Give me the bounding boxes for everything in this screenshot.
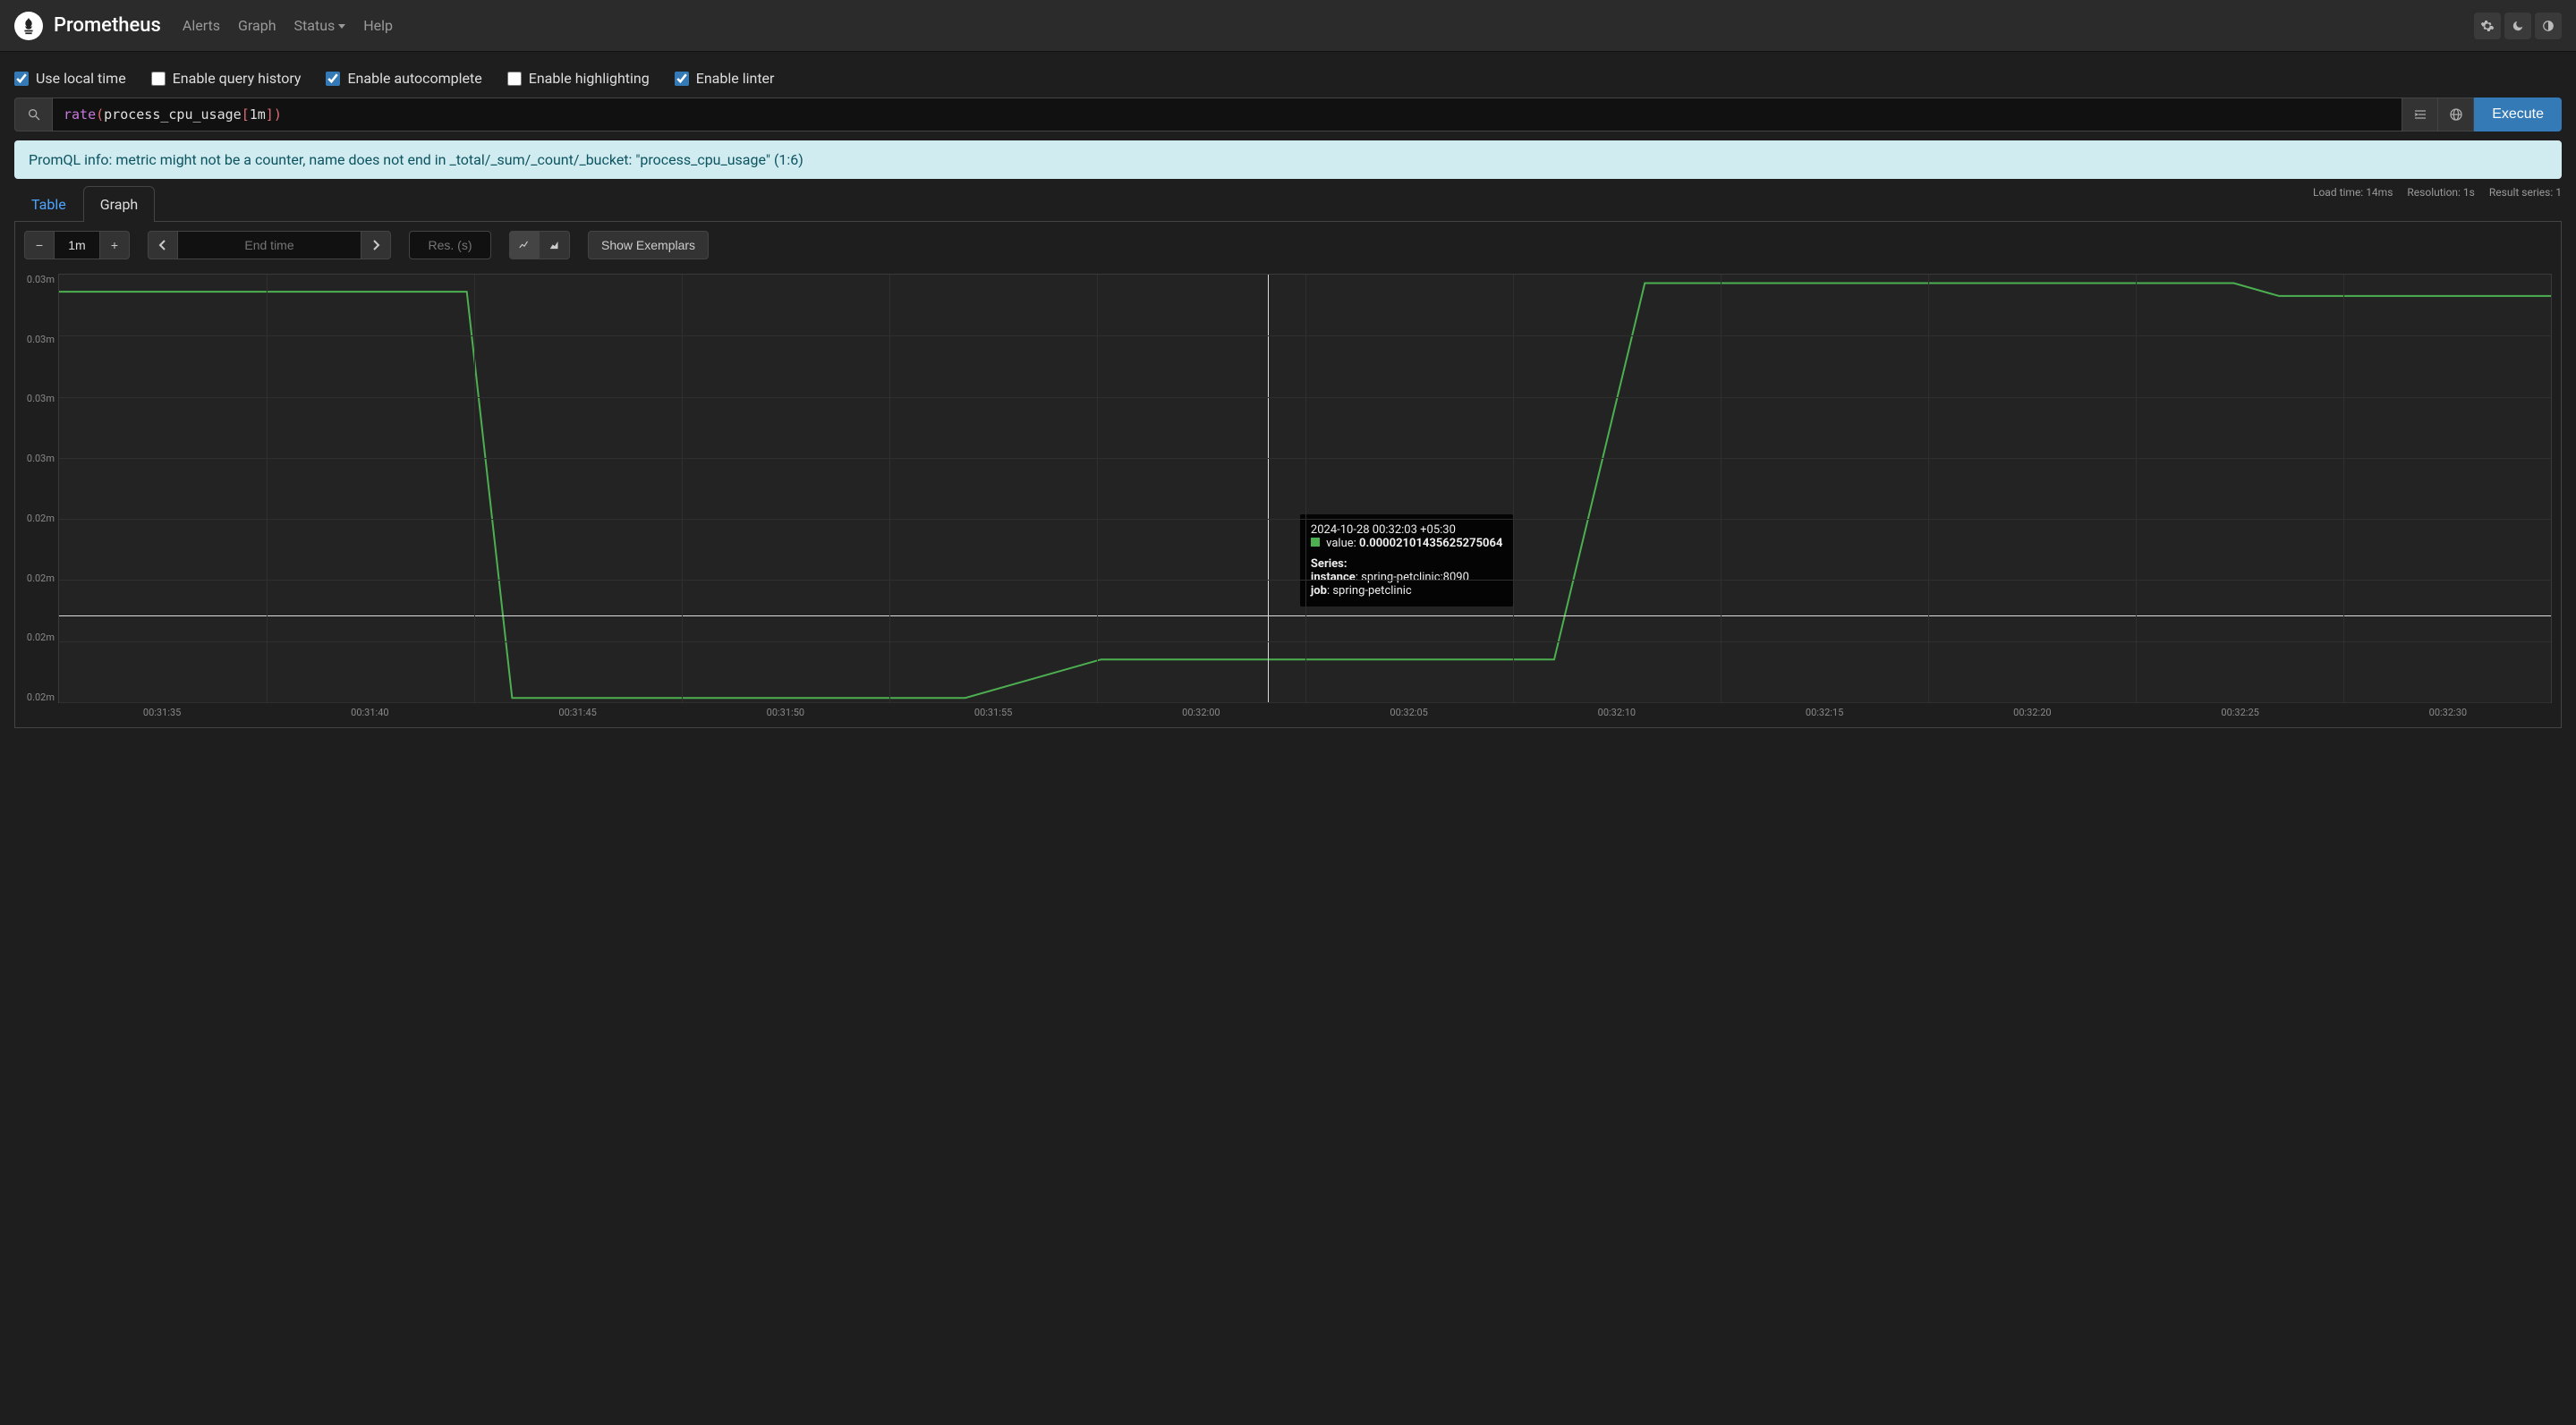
search-icon [27,107,41,122]
chevron-down-icon [338,24,345,29]
metrics-explorer-button[interactable] [14,98,52,131]
end-time-group [148,231,391,259]
prometheus-logo-icon [14,12,43,40]
time-range-input[interactable] [55,231,99,259]
time-range-increase-button[interactable]: + [99,231,130,259]
nav-graph[interactable]: Graph [238,17,276,34]
settings-button[interactable] [2474,13,2501,39]
stat-resolution: Resolution: 1s [2407,186,2474,217]
time-range-decrease-button[interactable]: − [24,231,55,259]
query-input[interactable]: rate(process_cpu_usage[1m]) [52,98,2402,131]
chart-tooltip: 2024-10-28 00:32:03 +05:30 value: 0.0000… [1300,514,1514,606]
show-exemplars-button[interactable]: Show Exemplars [588,231,709,259]
opt-highlighting[interactable]: Enable highlighting [507,70,650,87]
nav-links: Alerts Graph Status Help [183,17,393,34]
tooltip-job-key: job [1311,584,1327,598]
opt-autocomplete-label: Enable autocomplete [347,70,481,87]
opt-query-history-checkbox[interactable] [151,72,166,86]
stat-result-series: Result series: 1 [2489,186,2562,217]
time-range-group: − + [24,231,130,259]
x-axis: 00:31:3500:31:4000:31:4500:31:5000:31:55… [58,703,2552,718]
resolution-input[interactable] [409,231,491,259]
opt-linter-label: Enable linter [696,70,775,87]
line-chart-icon [518,239,531,251]
end-time-next-button[interactable] [361,231,391,259]
end-time-input[interactable] [178,231,361,259]
nav-help[interactable]: Help [363,17,393,34]
graph-controls: − + Show E [24,231,2552,259]
nav-right [2474,13,2562,39]
tooltip-instance-val: spring-petclinic:8090 [1361,571,1469,584]
query-options: Use local time Enable query history Enab… [14,63,2562,98]
tooltip-timestamp: 2024-10-28 00:32:03 +05:30 [1311,523,1503,537]
chart-type-line-button[interactable] [509,231,540,259]
chart-type-stacked-button[interactable] [540,231,570,259]
brand-text: Prometheus [54,14,161,37]
globe-button[interactable] [2438,98,2474,131]
result-tabs: Table Graph Load time: 14ms Resolution: … [14,186,2562,222]
tooltip-instance-key: instance [1311,571,1356,584]
theme-contrast-button[interactable] [2535,13,2562,39]
chevron-right-icon [371,240,380,250]
tooltip-instance-row: instance: spring-petclinic:8090 [1311,571,1503,584]
opt-local-time[interactable]: Use local time [14,70,126,87]
opt-local-time-checkbox[interactable] [14,72,29,86]
tabs-row: Table Graph Load time: 14ms Resolution: … [14,186,2562,222]
chevron-left-icon [158,240,167,250]
area-chart-icon [548,239,561,251]
chart-area: 0.03m0.03m0.03m0.03m0.02m0.02m0.02m0.02m… [24,274,2552,703]
graph-panel: − + Show E [14,222,2562,728]
opt-autocomplete[interactable]: Enable autocomplete [326,70,481,87]
opt-autocomplete-checkbox[interactable] [326,72,340,86]
chart-type-group [509,231,570,259]
content: Use local time Enable query history Enab… [0,52,2576,739]
query-row: rate(process_cpu_usage[1m]) Execute [14,98,2562,131]
moon-icon [2512,20,2524,32]
chart-plot[interactable]: 2024-10-28 00:32:03 +05:30 value: 0.0000… [58,274,2552,703]
opt-linter[interactable]: Enable linter [675,70,775,87]
execute-button[interactable]: Execute [2474,98,2562,131]
promql-info-alert: PromQL info: metric might not be a count… [14,140,2562,179]
brand-wrap[interactable]: Prometheus [14,12,161,40]
nav-alerts[interactable]: Alerts [183,17,220,34]
format-query-button[interactable] [2402,98,2438,131]
end-time-prev-button[interactable] [148,231,178,259]
globe-icon [2449,107,2463,122]
gear-icon [2480,19,2495,33]
nav-status-label: Status [294,17,336,34]
tooltip-series-label: Series: [1311,557,1503,571]
opt-highlighting-label: Enable highlighting [529,70,650,87]
opt-local-time-label: Use local time [36,70,126,87]
tab-table[interactable]: Table [14,186,83,222]
y-axis: 0.03m0.03m0.03m0.03m0.02m0.02m0.02m0.02m [24,274,58,703]
theme-dark-button[interactable] [2504,13,2531,39]
tooltip-job-val: spring-petclinic [1332,584,1411,598]
opt-query-history-label: Enable query history [173,70,302,87]
opt-highlighting-checkbox[interactable] [507,72,522,86]
navbar: Prometheus Alerts Graph Status Help [0,0,2576,52]
tooltip-value-label: value: [1326,537,1359,550]
stat-load-time: Load time: 14ms [2313,186,2393,217]
indent-icon [2413,107,2427,122]
query-stats: Load time: 14ms Resolution: 1s Result se… [2313,186,2562,221]
contrast-icon [2542,20,2555,32]
opt-linter-checkbox[interactable] [675,72,689,86]
tooltip-swatch [1311,538,1320,547]
opt-query-history[interactable]: Enable query history [151,70,302,87]
tooltip-job-row: job: spring-petclinic [1311,584,1503,598]
crosshair-vertical [1268,275,1269,702]
tooltip-value-row: value: 0.00002101435625275064 [1311,537,1503,550]
tab-graph[interactable]: Graph [83,186,156,222]
nav-status[interactable]: Status [294,17,346,34]
tooltip-value: 0.00002101435625275064 [1359,537,1502,550]
